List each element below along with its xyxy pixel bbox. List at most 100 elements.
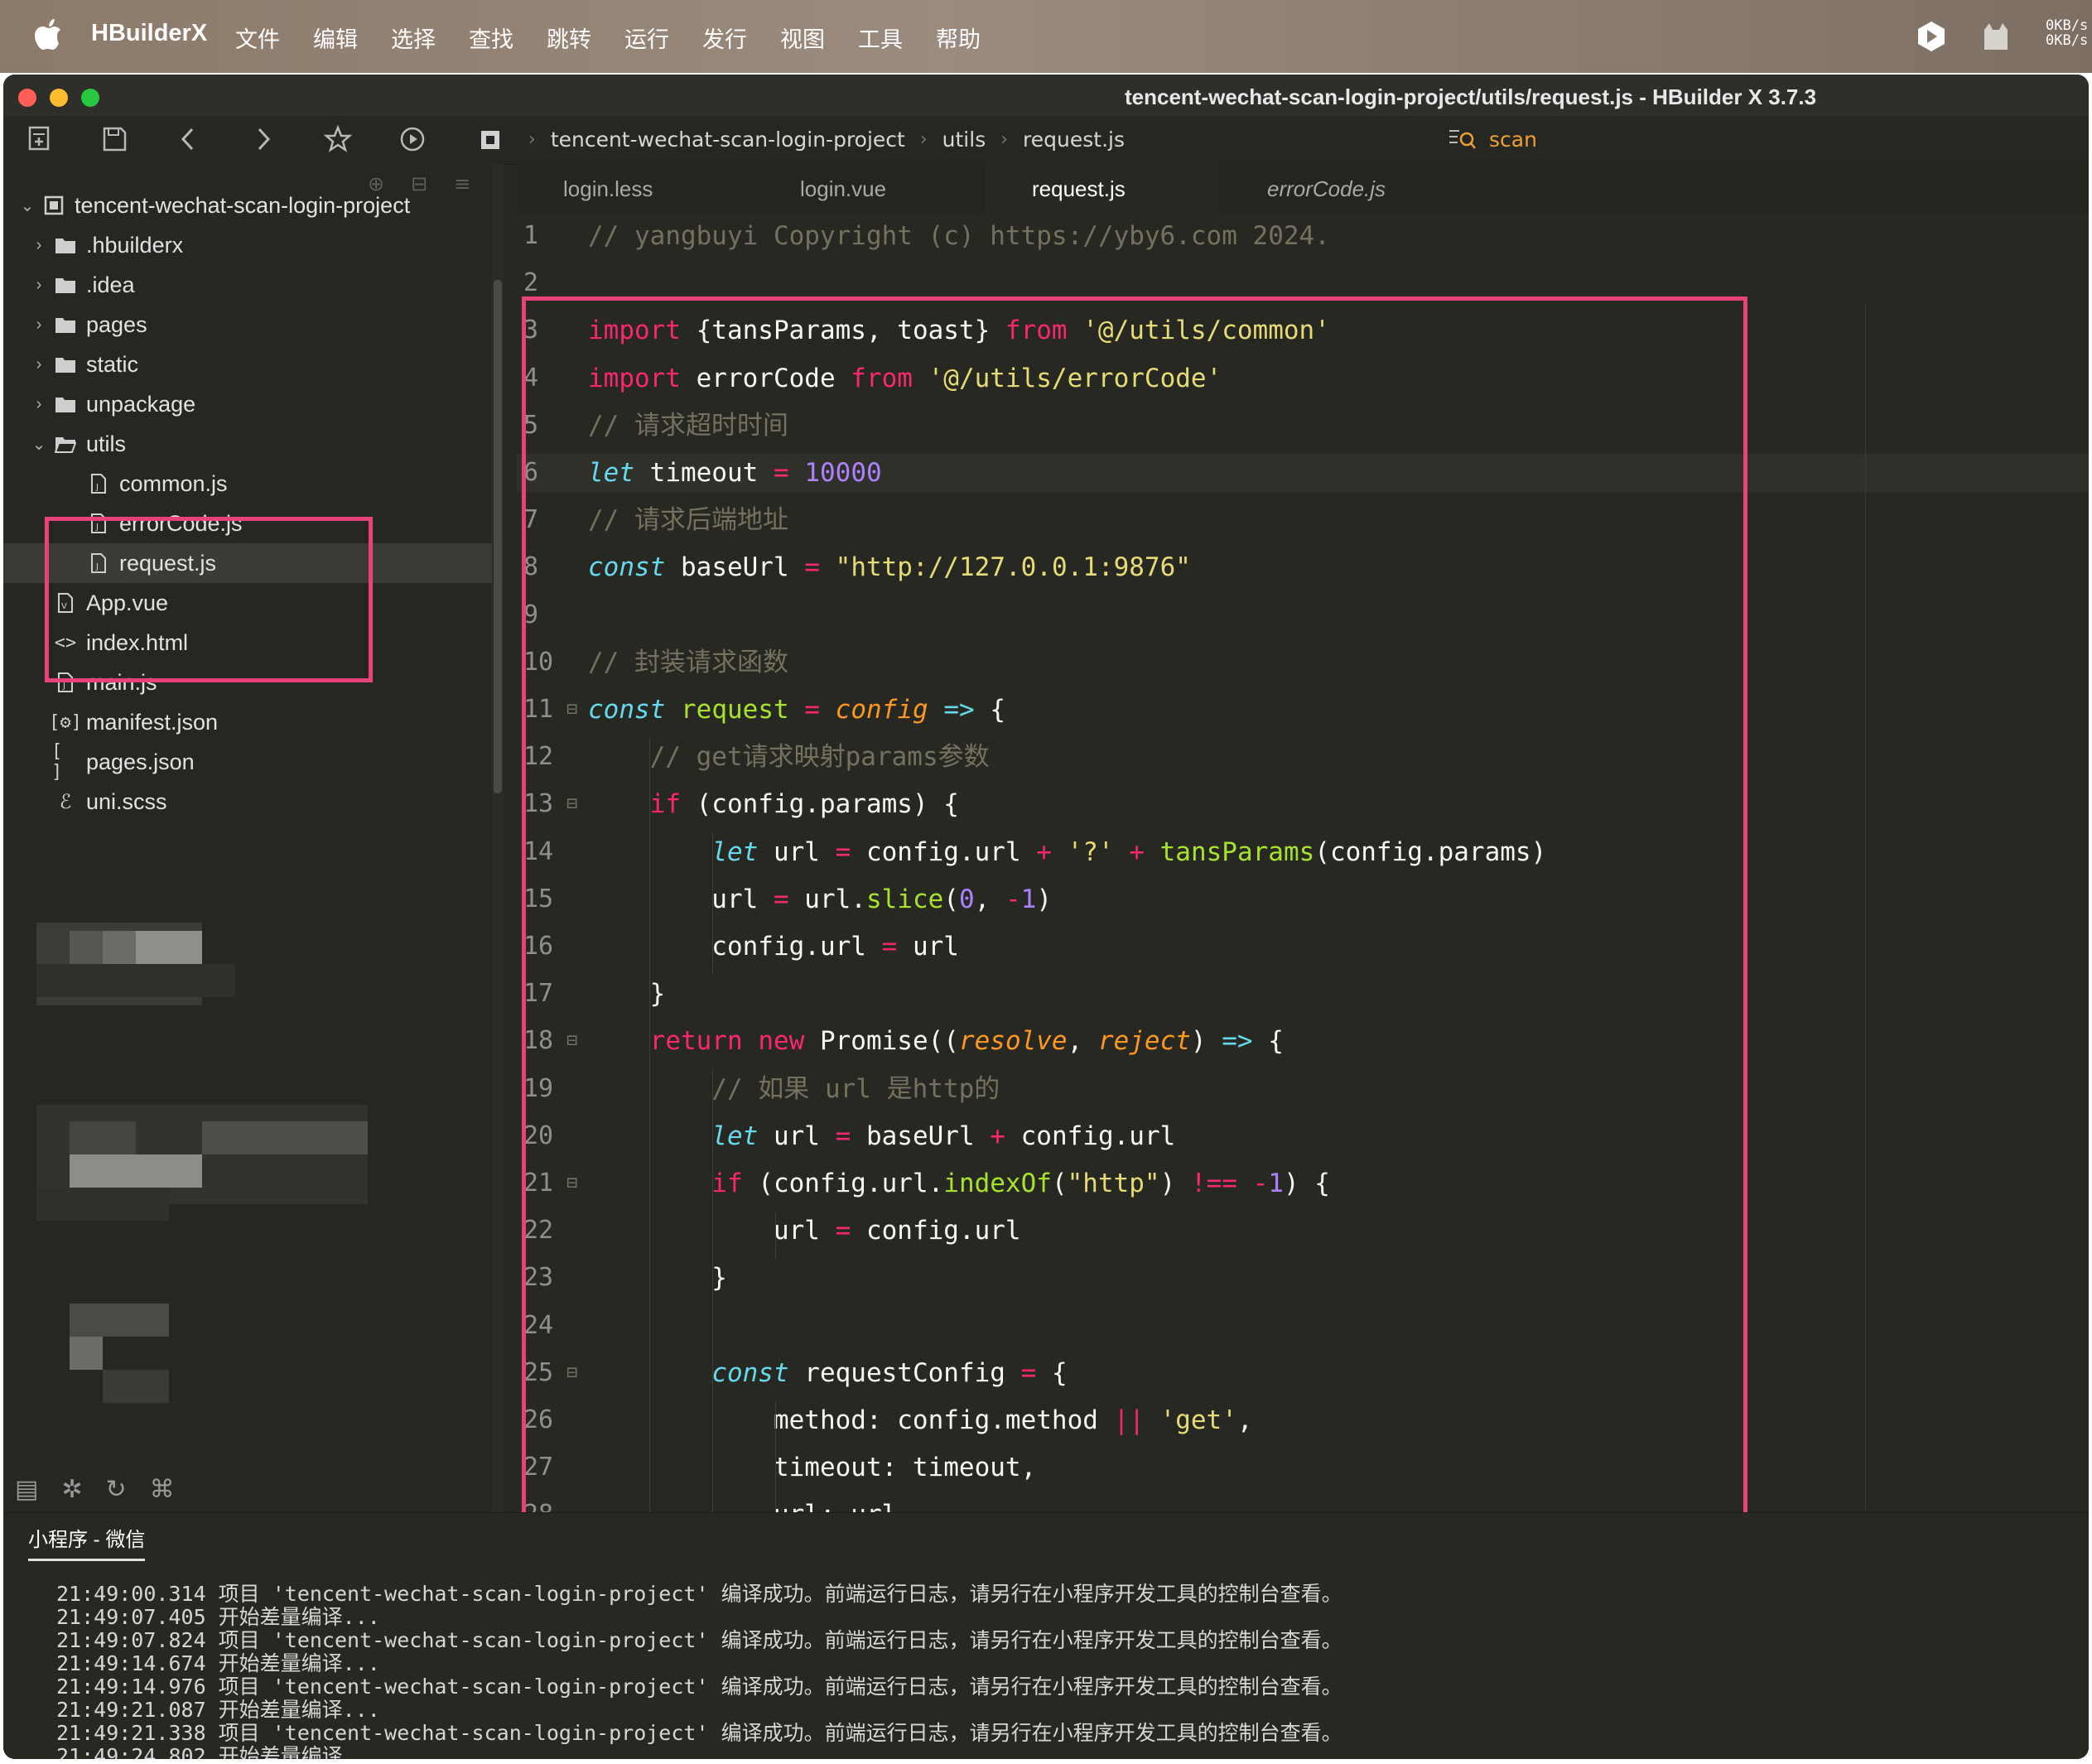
code-token: timeout bbox=[634, 458, 774, 488]
tree-item-unpackage[interactable]: › unpackage bbox=[3, 384, 492, 424]
chevron-right-icon[interactable]: › bbox=[27, 395, 51, 414]
fold-icon[interactable]: ⊟ bbox=[566, 1164, 585, 1203]
tree-project-root[interactable]: ⌄ tencent-wechat-scan-login-project bbox=[3, 186, 492, 225]
tree-item-pages-json[interactable]: [ ] pages.json bbox=[3, 741, 492, 783]
plugin-icon[interactable]: ⌘ bbox=[150, 1475, 175, 1504]
breadcrumb-file[interactable]: request.js bbox=[1023, 128, 1125, 152]
tree-item-label: uni.scss bbox=[86, 788, 167, 814]
debug-icon[interactable]: ✲ bbox=[61, 1475, 82, 1504]
menu-goto[interactable]: 跳转 bbox=[547, 22, 624, 54]
tree-item-utils[interactable]: ⌄ utils bbox=[3, 424, 492, 464]
code-token: , bbox=[1236, 1405, 1253, 1435]
menu-edit[interactable]: 编辑 bbox=[313, 22, 391, 54]
chevron-down-icon[interactable]: ⌄ bbox=[27, 434, 51, 455]
tree-item-static[interactable]: › static bbox=[3, 345, 492, 384]
search-box[interactable]: scan bbox=[1448, 126, 1537, 152]
column-ruler bbox=[1865, 305, 1866, 1511]
chevron-right-icon[interactable]: › bbox=[27, 316, 51, 335]
code-token: const bbox=[588, 695, 666, 725]
save-icon[interactable] bbox=[99, 124, 129, 154]
code-token: // 请求超时时间 bbox=[588, 410, 788, 441]
menu-view[interactable]: 视图 bbox=[780, 22, 858, 54]
code-token: let bbox=[588, 458, 634, 488]
search-text[interactable]: scan bbox=[1489, 128, 1537, 152]
js-file-icon: J bbox=[84, 471, 113, 496]
fold-icon[interactable]: ⊟ bbox=[566, 1022, 585, 1060]
code-line: 10 // 封装请求函数 bbox=[517, 643, 2089, 682]
forward-icon[interactable] bbox=[248, 124, 278, 154]
code-text: // 请求后端地址 bbox=[588, 501, 788, 539]
code-token: || bbox=[1113, 1405, 1145, 1435]
fold-icon[interactable]: ⊟ bbox=[566, 691, 585, 729]
hbuilder-tray-icon[interactable] bbox=[1915, 20, 1948, 53]
tab-errorcode-js[interactable]: errorCode.js bbox=[1219, 164, 1453, 214]
line-number: 18 bbox=[523, 1026, 554, 1056]
code-token: { bbox=[1036, 1357, 1068, 1388]
tree-item-common-js[interactable]: Jcommon.js bbox=[3, 464, 492, 504]
tree-item-label: .hbuilderx bbox=[86, 232, 184, 258]
chevron-right-icon[interactable]: › bbox=[27, 276, 51, 295]
code-token: import bbox=[588, 316, 681, 346]
fold-icon[interactable]: ⊟ bbox=[566, 1354, 585, 1392]
tab-request-js[interactable]: request.js bbox=[986, 164, 1219, 214]
line-number: 12 bbox=[523, 742, 554, 772]
tree-item-label: .idea bbox=[86, 272, 135, 297]
menu-find[interactable]: 查找 bbox=[469, 22, 547, 54]
tree-item-pages[interactable]: › pages bbox=[3, 305, 492, 345]
line-number: 16 bbox=[523, 932, 554, 961]
code-token: config.url bbox=[851, 836, 1037, 867]
tab-login-less[interactable]: login.less bbox=[517, 164, 754, 214]
chevron-right-icon[interactable]: › bbox=[27, 236, 51, 255]
console-tab-wechat[interactable]: 小程序 - 微信 bbox=[28, 1523, 146, 1561]
tree-item-hbuilderx[interactable]: › .hbuilderx bbox=[3, 225, 492, 265]
explorer-icon[interactable]: ▤ bbox=[15, 1475, 38, 1504]
git-icon[interactable]: ↻ bbox=[106, 1475, 127, 1504]
chevron-right-icon[interactable]: › bbox=[27, 355, 51, 374]
menu-select[interactable]: 选择 bbox=[391, 22, 469, 54]
star-icon[interactable] bbox=[323, 124, 353, 154]
code-token: let bbox=[711, 836, 759, 867]
zoom-window-button[interactable] bbox=[81, 89, 99, 107]
new-file-icon[interactable] bbox=[25, 124, 55, 154]
menu-publish[interactable]: 发行 bbox=[702, 22, 780, 54]
sidebar-scroll-thumb[interactable] bbox=[494, 280, 502, 793]
tree-item-uni-scss[interactable]: ℰuni.scss bbox=[3, 782, 492, 822]
project-explorer: ⊕ ⊟ ≡ ⌄ tencent-wechat-scan-login-projec… bbox=[3, 164, 492, 1512]
code-token: // 如果 url 是http的 bbox=[711, 1073, 1000, 1104]
tab-login-vue[interactable]: login.vue bbox=[754, 164, 986, 214]
code-token: requestConfig bbox=[788, 1357, 1021, 1388]
breadcrumb-project[interactable]: tencent-wechat-scan-login-project bbox=[551, 128, 905, 152]
code-token: timeout: timeout, bbox=[588, 1453, 1037, 1483]
code-token: // 请求后端地址 bbox=[588, 505, 788, 536]
fold-icon[interactable]: ⊟ bbox=[566, 785, 585, 823]
code-token: !== bbox=[1190, 1169, 1237, 1198]
code-token: = bbox=[881, 932, 898, 962]
tree-item-idea[interactable]: › .idea bbox=[3, 265, 492, 305]
chevron-down-icon[interactable]: ⌄ bbox=[15, 195, 40, 216]
menu-tools[interactable]: 工具 bbox=[858, 22, 936, 54]
app-menu-name[interactable]: HBuilderX bbox=[91, 20, 207, 47]
code-token: indexOf bbox=[943, 1169, 1052, 1198]
code-token: = bbox=[835, 1121, 851, 1151]
window-title: tencent-wechat-scan-login-project/utils/… bbox=[1125, 84, 1817, 109]
menu-help[interactable]: 帮助 bbox=[936, 22, 1014, 54]
code-token: from bbox=[1005, 316, 1068, 346]
code-editor[interactable]: 1 // yangbuyi Copyright (c) https://yby6.… bbox=[517, 214, 2089, 1718]
back-icon[interactable] bbox=[174, 124, 204, 154]
minimize-window-button[interactable] bbox=[50, 89, 68, 107]
apple-logo-icon[interactable] bbox=[33, 18, 63, 51]
breadcrumb-folder[interactable]: utils bbox=[942, 128, 986, 152]
run-icon[interactable] bbox=[398, 124, 427, 154]
tree-item-manifest-json[interactable]: [⚙] manifest.json bbox=[3, 702, 492, 742]
sidebar-scrollbar[interactable] bbox=[492, 164, 504, 1512]
code-token: ( bbox=[1051, 1169, 1068, 1198]
line-number: 24 bbox=[523, 1310, 554, 1340]
svg-text:J: J bbox=[95, 483, 99, 492]
cat-tray-icon[interactable] bbox=[1979, 20, 2012, 53]
menu-run[interactable]: 运行 bbox=[624, 22, 702, 54]
close-window-button[interactable] bbox=[18, 89, 36, 107]
menu-file[interactable]: 文件 bbox=[235, 22, 313, 54]
